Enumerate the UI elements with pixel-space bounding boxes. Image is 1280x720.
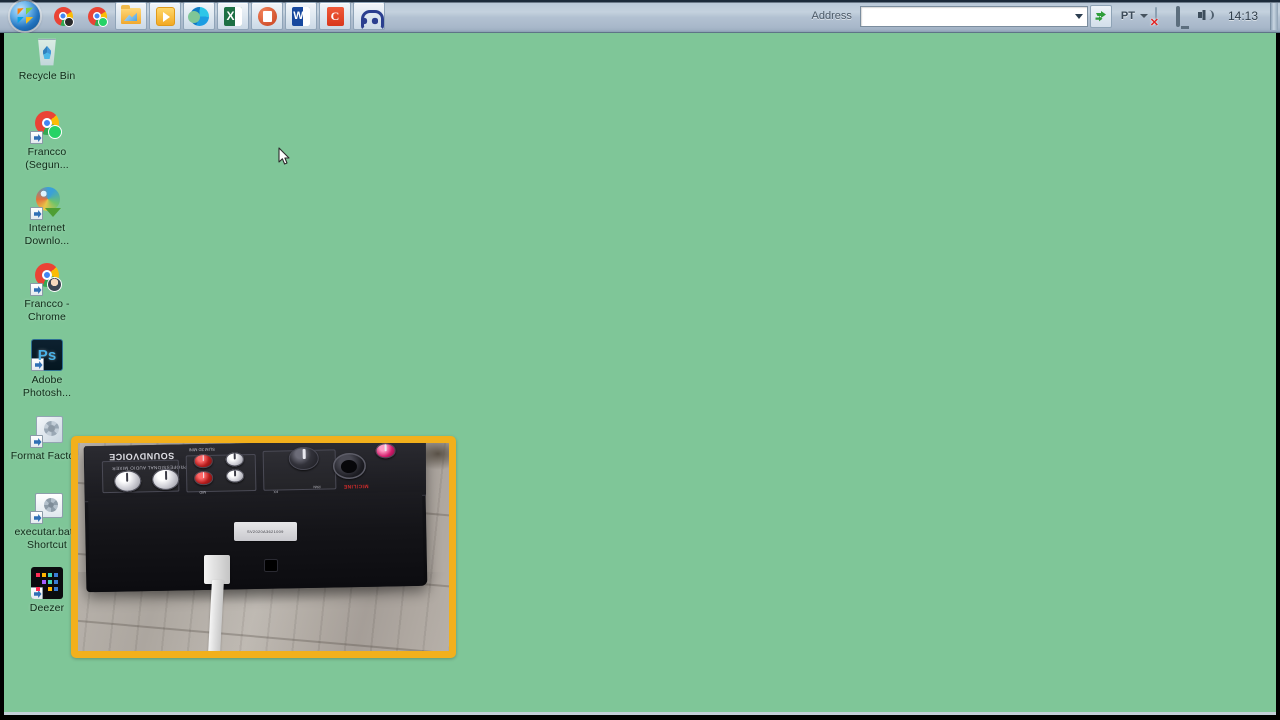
display-icon[interactable]	[1175, 5, 1193, 27]
taskbar-resize-grip[interactable]	[1270, 2, 1278, 30]
taskbar-item-microsoft-edge[interactable]	[183, 2, 215, 30]
excel-letter: X	[226, 9, 235, 23]
desktop-icon-recycle-bin[interactable]: Recycle Bin	[10, 35, 84, 83]
shortcut-arrow-icon	[30, 435, 43, 448]
whatsapp-badge-icon	[48, 125, 62, 139]
desktop-icon-label: Francco - Chrome	[24, 298, 70, 323]
mixer-model-text: SLIM 3D MINI	[188, 446, 216, 453]
monitor-icon-glyph	[1175, 5, 1180, 27]
desktop-icon-internet-download-manager[interactable]: Internet Downlo...	[10, 187, 84, 248]
floor-seam	[78, 617, 449, 651]
photo-content: SOUNDVOICE SLIM 3D MINI PROFESSIONAL AUD…	[78, 443, 449, 651]
photoshop-icon	[31, 339, 63, 371]
shortcut-arrow-icon	[30, 283, 43, 296]
desktop-icon-francco-segundo[interactable]: Francco (Segun...	[10, 111, 84, 172]
mixer-knob	[193, 454, 213, 469]
recycle-bin-icon	[38, 38, 56, 66]
desktop-bottom-edge	[4, 712, 1276, 715]
word-letter: W	[293, 10, 304, 22]
quick-launch-bar: X W C	[0, 0, 386, 33]
mixer-knob	[375, 443, 397, 459]
mixer-usb-port	[263, 559, 279, 572]
network-disconnected-icon[interactable]	[1154, 6, 1172, 26]
word-icon: W	[292, 6, 310, 26]
mixer-front-panel	[88, 491, 424, 592]
shortcut-arrow-icon	[30, 131, 43, 144]
taskbar-item-file-explorer[interactable]	[115, 2, 147, 30]
address-go-button[interactable]	[1089, 4, 1112, 28]
taskbar-clock[interactable]: 14:13	[1228, 9, 1258, 23]
powerpoint-icon	[257, 6, 277, 26]
screen: X W C Address PT ✕ 14:13 Recycle Bin Fra…	[0, 0, 1280, 720]
desktop-icon-label: Adobe Photosh...	[22, 374, 72, 399]
chevron-down-icon[interactable]	[1071, 7, 1087, 26]
chrome-shortcut-icon	[30, 263, 63, 296]
taskbar-item-media-player[interactable]	[149, 2, 181, 30]
desktop-icon-label: Internet Downlo...	[24, 222, 70, 247]
address-label: Address	[811, 10, 852, 22]
media-play-icon	[155, 6, 175, 26]
desktop-icon-label: Recycle Bin	[18, 70, 76, 82]
profile-badge-icon	[63, 16, 74, 27]
chevron-down-icon[interactable]	[1139, 14, 1148, 18]
desktop-surface[interactable]: Recycle Bin Francco (Segun... Internet D…	[4, 33, 1276, 715]
address-input[interactable]	[860, 6, 1071, 26]
shortcut-arrow-icon	[30, 511, 43, 524]
audio-mixer-photo[interactable]: SOUNDVOICE SLIM 3D MINI PROFESSIONAL AUD…	[71, 436, 456, 658]
system-tray: PT 14:13	[1114, 0, 1280, 33]
shortcut-arrow-icon	[31, 587, 43, 599]
taskbar: X W C Address PT ✕ 14:13	[0, 0, 1280, 33]
taskbar-item-microsoft-powerpoint[interactable]	[251, 2, 283, 30]
mixer-label: PAN	[313, 484, 321, 489]
chrome-shortcut-icon	[30, 111, 63, 144]
format-factory-icon	[30, 415, 63, 448]
mouse-cursor	[278, 147, 290, 165]
taskbar-item-microsoft-word[interactable]: W	[285, 2, 317, 30]
taskbar-item-headset-app[interactable]	[353, 2, 385, 30]
mixer-jack	[332, 453, 367, 480]
chrome-icon	[53, 6, 74, 27]
mixer-serial-sticker: SV2020A3621009	[233, 522, 297, 541]
desktop-icon-adobe-photoshop[interactable]: Adobe Photosh...	[10, 339, 84, 400]
edge-icon	[187, 6, 209, 26]
mixer-serial-text: SV2020A3621009	[247, 528, 284, 534]
camtasia-icon: C	[326, 6, 344, 26]
taskbar-item-chrome-whatsapp[interactable]	[47, 2, 79, 30]
start-button[interactable]	[10, 1, 40, 31]
profile-badge-icon	[47, 277, 62, 292]
mixer-label: FX	[273, 489, 278, 494]
deezer-icon	[31, 567, 63, 599]
whatsapp-badge-icon	[97, 16, 108, 27]
mixer-knob	[114, 470, 142, 492]
taskbar-item-camtasia[interactable]: C	[319, 2, 351, 30]
mixer-red-label: MIC/LINE	[343, 482, 369, 489]
taskbar-item-microsoft-excel[interactable]: X	[217, 2, 249, 30]
go-arrow-icon	[1095, 10, 1106, 21]
mixer-knob	[194, 470, 213, 485]
download-arrow-icon	[45, 208, 61, 217]
batch-file-icon	[30, 491, 63, 524]
taskbar-item-chrome-profile[interactable]	[81, 2, 113, 30]
headset-icon	[360, 7, 384, 30]
chrome-icon	[87, 6, 108, 27]
desktop-icon-label: Francco (Segun...	[25, 146, 69, 171]
shortcut-arrow-icon	[31, 358, 44, 371]
excel-icon: X	[224, 6, 242, 26]
idm-icon	[30, 187, 63, 220]
network-icon-glyph	[1154, 6, 1157, 26]
folder-icon	[121, 5, 141, 24]
desktop-icon-francco-chrome[interactable]: Francco - Chrome	[10, 263, 84, 324]
mixer-control-face: SOUNDVOICE SLIM 3D MINI PROFESSIONAL AUD…	[89, 443, 424, 500]
mixer-label: MID	[199, 489, 207, 494]
volume-icon[interactable]	[1197, 8, 1214, 25]
address-toolbar: Address	[812, 0, 1114, 33]
shortcut-arrow-icon	[30, 207, 43, 220]
language-indicator[interactable]: PT	[1120, 10, 1136, 22]
address-input-wrapper[interactable]	[859, 5, 1088, 27]
